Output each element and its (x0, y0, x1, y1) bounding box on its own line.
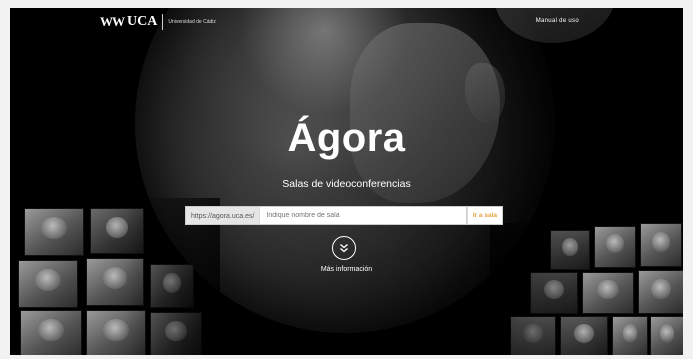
double-chevron-down-icon (340, 243, 348, 253)
photo-tile (612, 316, 648, 355)
room-name-input[interactable] (259, 206, 467, 225)
top-bar: WW UCA Universidad de Cádiz Manual de us… (10, 8, 683, 38)
photo-tile (582, 272, 634, 314)
go-to-room-button[interactable]: Ir a sala (466, 206, 503, 225)
photo-tile (594, 226, 636, 268)
photo-tile (86, 310, 146, 355)
globe-image (135, 8, 615, 333)
uca-logo[interactable]: WW UCA Universidad de Cádiz (100, 14, 216, 30)
more-info-label[interactable]: Más información (10, 266, 683, 273)
photo-tile (20, 310, 82, 355)
manual-link[interactable]: Manual de uso (536, 18, 579, 24)
url-prefix: https://agora.uca.es/ (185, 206, 260, 225)
photo-tile (638, 270, 683, 314)
photo-tile (530, 272, 578, 314)
photo-tile (510, 316, 556, 355)
photo-tile (90, 208, 144, 254)
more-info-button[interactable] (332, 236, 356, 260)
logo-university-name: Universidad de Cádiz (168, 19, 216, 25)
page-subtitle: Salas de videoconferencias (282, 178, 411, 190)
photo-tile (550, 230, 590, 270)
logo-divider (162, 14, 164, 30)
photo-tile (650, 316, 683, 355)
hero-background: WW UCA Universidad de Cádiz Manual de us… (10, 8, 683, 355)
photo-tile (24, 208, 84, 256)
photo-tile (560, 316, 608, 355)
page-title: Ágora (287, 116, 406, 160)
photo-tile (640, 223, 682, 267)
room-search-bar: https://agora.uca.es/ Ir a sala (185, 206, 503, 225)
logo-text: UCA (127, 14, 158, 29)
photo-tile (150, 312, 202, 355)
uca-emblem-icon: WW (100, 14, 125, 29)
